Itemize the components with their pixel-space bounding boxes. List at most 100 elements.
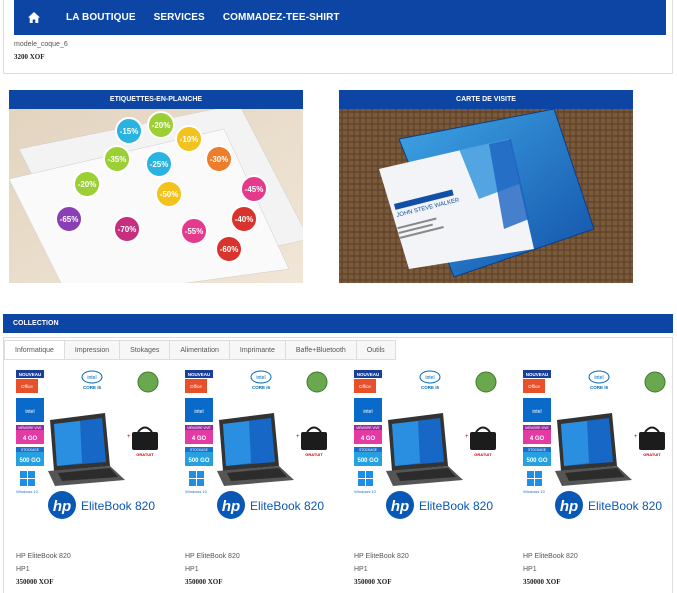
core-label: CORE i5 — [590, 385, 609, 390]
product-card[interactable]: NOUVEAU Office intel CORE i5 intel MÉMOI… — [179, 368, 339, 586]
warranty-seal-icon — [306, 371, 328, 393]
product-card[interactable]: NOUVEAU Office intel CORE i5 intel MÉMOI… — [348, 368, 508, 586]
product-image[interactable]: NOUVEAU Office intel CORE i5 intel MÉMOI… — [179, 368, 334, 523]
product-brand: HP1 — [354, 566, 368, 573]
tab-outils[interactable]: Outils — [356, 340, 396, 360]
product-card[interactable]: NOUVEAU Office intel CORE i5 intel MÉMOI… — [517, 368, 677, 586]
gratuit-label: GRATUIT — [643, 452, 661, 457]
sticker: -20% — [73, 170, 101, 198]
core-label: CORE i5 — [252, 385, 271, 390]
storage-value: 500 GO — [526, 458, 547, 464]
sticker-label: -10% — [180, 135, 199, 144]
sticker: -55% — [180, 217, 208, 245]
featured-product-panel: LA BOUTIQUE SERVICES COMMADEZ-TEE-SHIRT … — [3, 0, 673, 74]
sticker: -30% — [205, 145, 233, 173]
plus-icon: + — [465, 434, 469, 440]
product-name[interactable]: HP EliteBook 820 — [16, 553, 71, 560]
storage-value: 500 GO — [19, 458, 40, 464]
warranty-seal-icon — [475, 371, 497, 393]
storage-label: STOCKAGE — [359, 448, 377, 452]
warranty-seal-icon — [137, 371, 159, 393]
office-label: Office — [528, 384, 540, 389]
tab-informatique[interactable]: Informatique — [4, 340, 65, 360]
core-label: CORE i5 — [421, 385, 440, 390]
stickers-image[interactable]: -15% -20% -10% -30% -45% -25% -40% -50% -35% -70%… — [9, 109, 303, 283]
product-brand: HP1 — [185, 566, 199, 573]
sticker-label: -40% — [235, 215, 254, 224]
sticker: -50% — [155, 180, 183, 208]
intel-logo-text: intel — [87, 375, 96, 381]
business-card-image[interactable]: JOHN STEVE WALKER — [339, 109, 633, 283]
product-name[interactable]: HP EliteBook 820 — [185, 553, 240, 560]
nav-services[interactable]: SERVICES — [154, 12, 205, 23]
windows-label: Windows 10 — [354, 489, 377, 494]
memory-label: MÉMOIRE VIVE — [525, 425, 548, 430]
home-icon[interactable] — [20, 0, 48, 35]
office-label: Office — [359, 384, 371, 389]
memory-label: MÉMOIRE VIVE — [18, 425, 41, 430]
banner-title[interactable]: CARTE DE VISITE — [339, 90, 633, 109]
svg-text:hp: hp — [53, 498, 71, 515]
sticker-label: -30% — [210, 155, 229, 164]
intel-badge-text: intel — [532, 409, 541, 415]
main-navbar: LA BOUTIQUE SERVICES COMMADEZ-TEE-SHIRT — [14, 0, 666, 35]
memory-label: MÉMOIRE VIVE — [187, 425, 210, 430]
sticker: -10% — [175, 125, 203, 153]
memory-value: 4 GO — [530, 436, 545, 442]
product-name[interactable]: modele_coque_6 — [14, 41, 68, 48]
tab-stokages[interactable]: Stokages — [120, 340, 171, 360]
windows-label: Windows 10 — [16, 489, 39, 494]
sticker-label: -65% — [60, 215, 79, 224]
intel-logo-text: intel — [425, 375, 434, 381]
banner-title[interactable]: ETIQUETTES-EN-PLANCHE — [9, 90, 303, 109]
model-label: EliteBook 820 — [250, 499, 324, 513]
plus-icon: + — [634, 434, 638, 440]
office-label: Office — [21, 384, 33, 389]
product-name[interactable]: HP EliteBook 820 — [354, 553, 409, 560]
product-brand: HP1 — [523, 566, 537, 573]
model-label: EliteBook 820 — [81, 499, 155, 513]
nav-la-boutique[interactable]: LA BOUTIQUE — [66, 12, 136, 23]
windows-label: Windows 10 — [185, 489, 208, 494]
collection-panel: Informatique Impression Stokages Aliment… — [3, 337, 673, 593]
sticker: -70% — [113, 215, 141, 243]
memory-value: 4 GO — [192, 436, 207, 442]
sticker: -25% — [145, 150, 173, 178]
gratuit-label: GRATUIT — [305, 452, 323, 457]
banner-carte-de-visite[interactable]: CARTE DE VISITE JOHN STEVE WALKER — [339, 90, 633, 283]
sticker: -45% — [240, 175, 268, 203]
product-image[interactable]: NOUVEAU Office intel CORE i5 intel MÉMOI… — [348, 368, 503, 523]
product-name[interactable]: HP EliteBook 820 — [523, 553, 578, 560]
memory-label: MÉMOIRE VIVE — [356, 425, 379, 430]
gratuit-label: GRATUIT — [474, 452, 492, 457]
product-image[interactable]: NOUVEAU Office intel CORE i5 intel MÉMOI… — [517, 368, 672, 523]
product-price: 3200 XOF — [14, 53, 45, 61]
sticker-label: -20% — [152, 121, 171, 130]
product-card[interactable]: NOUVEAU Office intel CORE i5 intel MÉMOI… — [10, 368, 170, 586]
product-price: 350000 XOF — [185, 578, 223, 586]
warranty-seal-icon — [644, 371, 666, 393]
tab-imprimante[interactable]: Imprimante — [229, 340, 286, 360]
intel-logo-text: intel — [594, 375, 603, 381]
tab-alimentation[interactable]: Alimentation — [170, 340, 230, 360]
nav-commandez-tee-shirt[interactable]: COMMADEZ-TEE-SHIRT — [223, 12, 340, 23]
memory-value: 4 GO — [23, 436, 38, 442]
product-price: 350000 XOF — [16, 578, 54, 586]
banner-etiquettes[interactable]: ETIQUETTES-EN-PLANCHE -15% -20% -10% -30% -4… — [9, 90, 303, 283]
intel-badge-text: intel — [194, 409, 203, 415]
product-image[interactable]: NOUVEAU Office intel CORE i5 intel MÉMOI… — [10, 368, 165, 523]
nouveau-label: NOUVEAU — [357, 372, 380, 377]
sticker: -20% — [147, 111, 175, 139]
memory-value: 4 GO — [361, 436, 376, 442]
storage-label: STOCKAGE — [21, 448, 39, 452]
sticker-label: -60% — [220, 245, 239, 254]
tab-baffe-bluetooth[interactable]: Baffe+Bluetooth — [285, 340, 357, 360]
svg-text:hp: hp — [222, 498, 240, 515]
svg-text:hp: hp — [560, 498, 578, 515]
tab-impression[interactable]: Impression — [64, 340, 121, 360]
sticker-label: -70% — [118, 225, 137, 234]
core-label: CORE i5 — [83, 385, 102, 390]
product-brand: HP1 — [16, 566, 30, 573]
product-price: 350000 XOF — [354, 578, 392, 586]
model-label: EliteBook 820 — [588, 499, 662, 513]
